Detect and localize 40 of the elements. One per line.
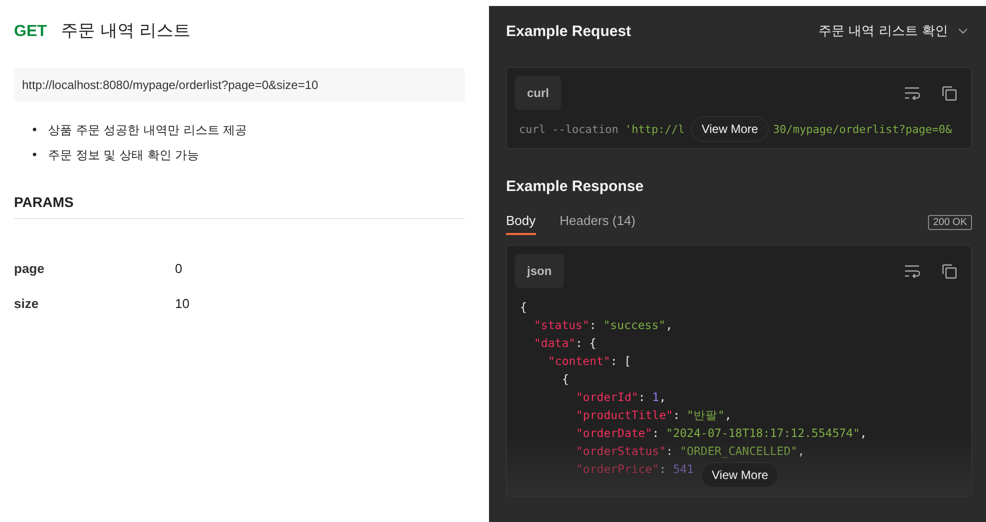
response-tab[interactable]: Body	[506, 213, 536, 235]
response-tab[interactable]: Headers (14)	[560, 213, 636, 235]
wrap-icon[interactable]	[904, 264, 920, 278]
request-title: 주문 내역 리스트	[60, 20, 191, 42]
view-more-button[interactable]: View More	[690, 116, 770, 142]
code-line: "orderDate": "2024-07-18T18:17:12.554574",	[576, 426, 867, 440]
copy-icon[interactable]	[942, 264, 957, 278]
section-heading: Example Request	[506, 22, 632, 40]
code-line: "orderId": 1,	[576, 390, 666, 404]
code-line: "orderStatus": "ORDER_CANCELLED",	[576, 444, 805, 458]
language-label: json	[515, 254, 564, 288]
param-value: 0	[175, 261, 182, 276]
code-line: "status": "success",	[534, 318, 672, 332]
param-value: 10	[175, 296, 190, 311]
chevron-down-icon	[958, 28, 968, 34]
example-dropdown[interactable]: 주문 내역 리스트 확인	[818, 22, 972, 40]
http-method: GET	[14, 23, 47, 41]
code-line: {	[562, 372, 569, 386]
code-line: "productTitle": "반팔",	[576, 408, 732, 422]
section-heading: Example Response	[506, 178, 644, 194]
code-text: curl --location	[519, 122, 620, 136]
url-field: http://localhost:8080/mypage/orderlist?page=0&size=10	[14, 68, 465, 102]
code-text: 'http://l	[624, 122, 685, 136]
param-name: size	[14, 296, 40, 311]
code-line: "content": [	[548, 354, 632, 368]
description-item: 주문 정보 및 상태 확인 가능	[48, 147, 200, 164]
description-item: 상품 주문 성공한 내역만 리스트 제공	[48, 122, 248, 139]
view-more-button[interactable]: View More	[700, 462, 780, 488]
bullet: •	[31, 122, 40, 139]
code-line: {	[520, 300, 527, 314]
param-name: page	[14, 261, 46, 276]
code-line: "orderPrice": 541	[576, 462, 694, 476]
params-heading: PARAMS	[14, 194, 465, 219]
status-badge: 200 OK	[928, 215, 972, 230]
bullet: •	[31, 147, 40, 164]
wrap-icon[interactable]	[904, 86, 920, 100]
code-text: 30/mypage/orderlist?page=0&	[773, 122, 952, 136]
copy-icon[interactable]	[942, 86, 957, 100]
language-label: curl	[515, 76, 562, 110]
code-line: "data": {	[534, 336, 596, 350]
